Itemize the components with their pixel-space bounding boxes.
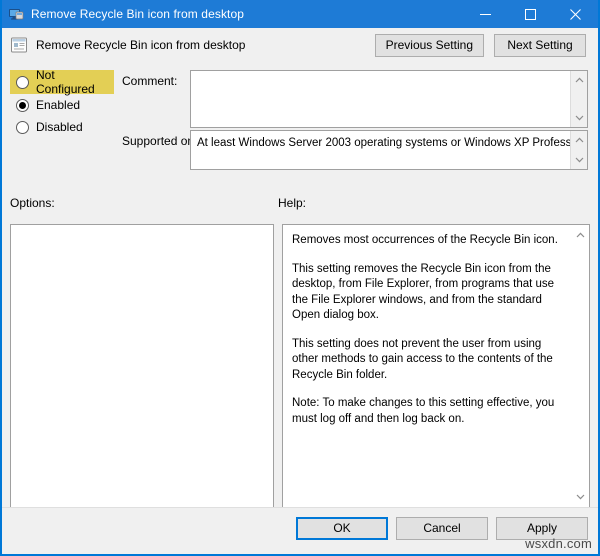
- apply-button[interactable]: Apply: [496, 517, 588, 540]
- help-pane: Removes most occurrences of the Recycle …: [282, 224, 590, 508]
- pane-labels: Options: Help:: [2, 190, 598, 216]
- radio-label-not-configured: Not Configured: [36, 68, 95, 96]
- ok-button[interactable]: OK: [296, 517, 388, 540]
- radio-not-configured[interactable]: Not Configured: [10, 68, 114, 96]
- radio-label-enabled: Enabled: [36, 98, 81, 112]
- help-paragraph: Note: To make changes to this setting ef…: [292, 397, 555, 425]
- cancel-button[interactable]: Cancel: [396, 517, 488, 540]
- scroll-up-icon[interactable]: [572, 133, 587, 147]
- help-paragraph: This setting does not prevent the user f…: [292, 337, 553, 381]
- title-bar[interactable]: Remove Recycle Bin icon from desktop: [2, 0, 598, 28]
- radio-circle-not-configured: [16, 75, 29, 89]
- comment-label: Comment:: [122, 74, 178, 88]
- options-label: Options:: [10, 196, 55, 210]
- scroll-down-icon[interactable]: [572, 111, 587, 125]
- radio-circle-enabled: [16, 98, 29, 112]
- setting-name: Remove Recycle Bin icon from desktop: [36, 38, 246, 52]
- setting-nav-buttons: Previous Setting Next Setting: [374, 34, 586, 57]
- computer-monitor-icon: [8, 6, 24, 22]
- minimize-icon[interactable]: [463, 0, 508, 28]
- window-controls: [463, 0, 598, 28]
- comment-value[interactable]: [191, 71, 570, 127]
- radio-circle-disabled: [16, 120, 29, 134]
- supported-on-value: At least Windows Server 2003 operating s…: [197, 137, 570, 149]
- help-scrollbar[interactable]: [572, 225, 589, 507]
- options-pane-content: [11, 225, 273, 507]
- group-policy-setting-window: Remove Recycle Bin icon from desktop Rem…: [0, 0, 600, 556]
- state-and-fields: Not Configured Enabled Disabled Comment:: [2, 62, 598, 190]
- supported-on-scrollbar[interactable]: [570, 131, 587, 169]
- help-paragraph: This setting removes the Recycle Bin ico…: [292, 262, 555, 322]
- help-pane-content: Removes most occurrences of the Recycle …: [283, 225, 572, 507]
- policy-setting-icon: [10, 36, 28, 54]
- next-setting-button[interactable]: Next Setting: [494, 34, 586, 57]
- scroll-down-icon[interactable]: [572, 153, 587, 167]
- comment-field[interactable]: [190, 70, 588, 128]
- comment-scrollbar[interactable]: [570, 71, 587, 127]
- radio-disabled[interactable]: Disabled: [10, 116, 114, 138]
- setting-header: Remove Recycle Bin icon from desktop Pre…: [2, 28, 598, 62]
- maximize-icon[interactable]: [508, 0, 553, 28]
- footer-buttons: OK Cancel Apply: [296, 517, 588, 540]
- options-pane[interactable]: [10, 224, 274, 508]
- policy-state-radio-group: Not Configured Enabled Disabled: [10, 68, 114, 138]
- scroll-down-icon[interactable]: [573, 490, 588, 504]
- dialog-footer: OK Cancel Apply wsxdn.com: [2, 507, 598, 552]
- scroll-up-icon[interactable]: [572, 73, 587, 87]
- radio-label-disabled: Disabled: [36, 120, 83, 134]
- radio-enabled[interactable]: Enabled: [10, 94, 114, 116]
- previous-setting-button[interactable]: Previous Setting: [374, 34, 484, 57]
- panes-container: Removes most occurrences of the Recycle …: [10, 224, 590, 508]
- supported-on-label: Supported on:: [122, 134, 198, 148]
- help-label: Help:: [278, 196, 307, 210]
- close-icon[interactable]: [553, 0, 598, 28]
- scroll-up-icon[interactable]: [573, 228, 588, 242]
- dialog-content: Not Configured Enabled Disabled Comment:: [2, 62, 598, 552]
- supported-on-field: At least Windows Server 2003 operating s…: [190, 130, 588, 170]
- help-paragraph: Removes most occurrences of the Recycle …: [292, 234, 558, 246]
- window-title: Remove Recycle Bin icon from desktop: [31, 7, 245, 21]
